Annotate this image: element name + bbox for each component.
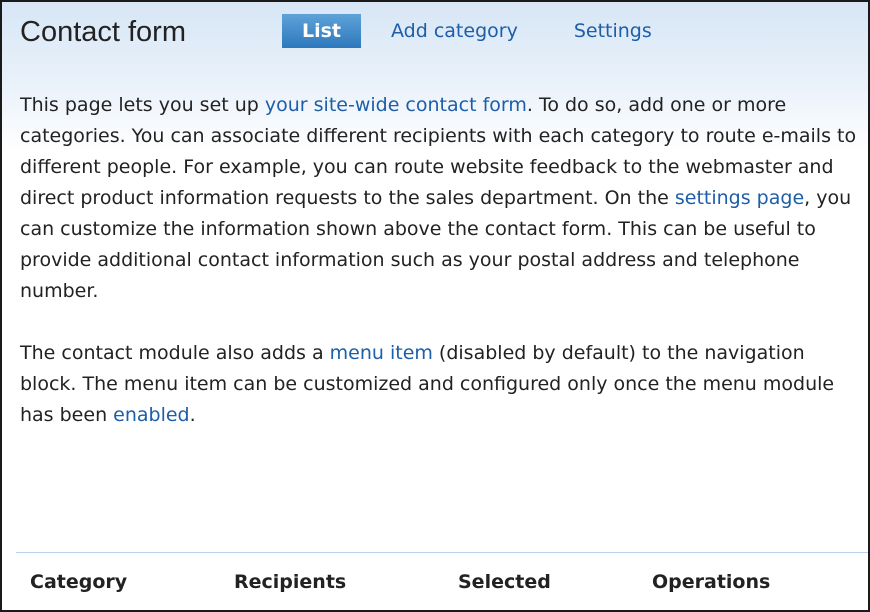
tab-settings[interactable]: Settings <box>558 14 668 48</box>
column-header-operations: Operations <box>638 553 868 610</box>
page-header: Contact form List Add category Settings <box>2 2 868 64</box>
menu-item-link[interactable]: menu item <box>330 342 433 364</box>
column-header-recipients: Recipients <box>220 553 444 610</box>
column-header-category[interactable]: Category <box>16 553 220 610</box>
tab-add-category[interactable]: Add category <box>375 14 534 48</box>
help-text: This page lets you set up your site-wide… <box>20 90 860 431</box>
page-title: Contact form <box>20 16 186 48</box>
tab-list[interactable]: List <box>282 14 362 48</box>
enabled-link[interactable]: enabled <box>113 404 189 426</box>
intro-text-1: This page lets you set up <box>20 94 265 116</box>
column-header-selected: Selected <box>444 553 638 610</box>
page-frame: Contact form List Add category Settings … <box>0 0 870 612</box>
menu-text-3: . <box>189 404 196 426</box>
menu-text-1: The contact module also adds a <box>20 342 330 364</box>
tab-bar: List Add category Settings <box>282 14 668 48</box>
categories-table: Category Recipients Selected Operations <box>16 553 868 610</box>
table-header-row: Category Recipients Selected Operations <box>16 553 868 610</box>
settings-page-link[interactable]: settings page <box>675 187 804 209</box>
categories-table-wrap: Category Recipients Selected Operations <box>16 552 868 610</box>
menu-paragraph: The contact module also adds a menu item… <box>20 338 860 431</box>
site-wide-contact-form-link[interactable]: your site-wide contact form <box>265 94 527 116</box>
intro-paragraph: This page lets you set up your site-wide… <box>20 90 860 307</box>
